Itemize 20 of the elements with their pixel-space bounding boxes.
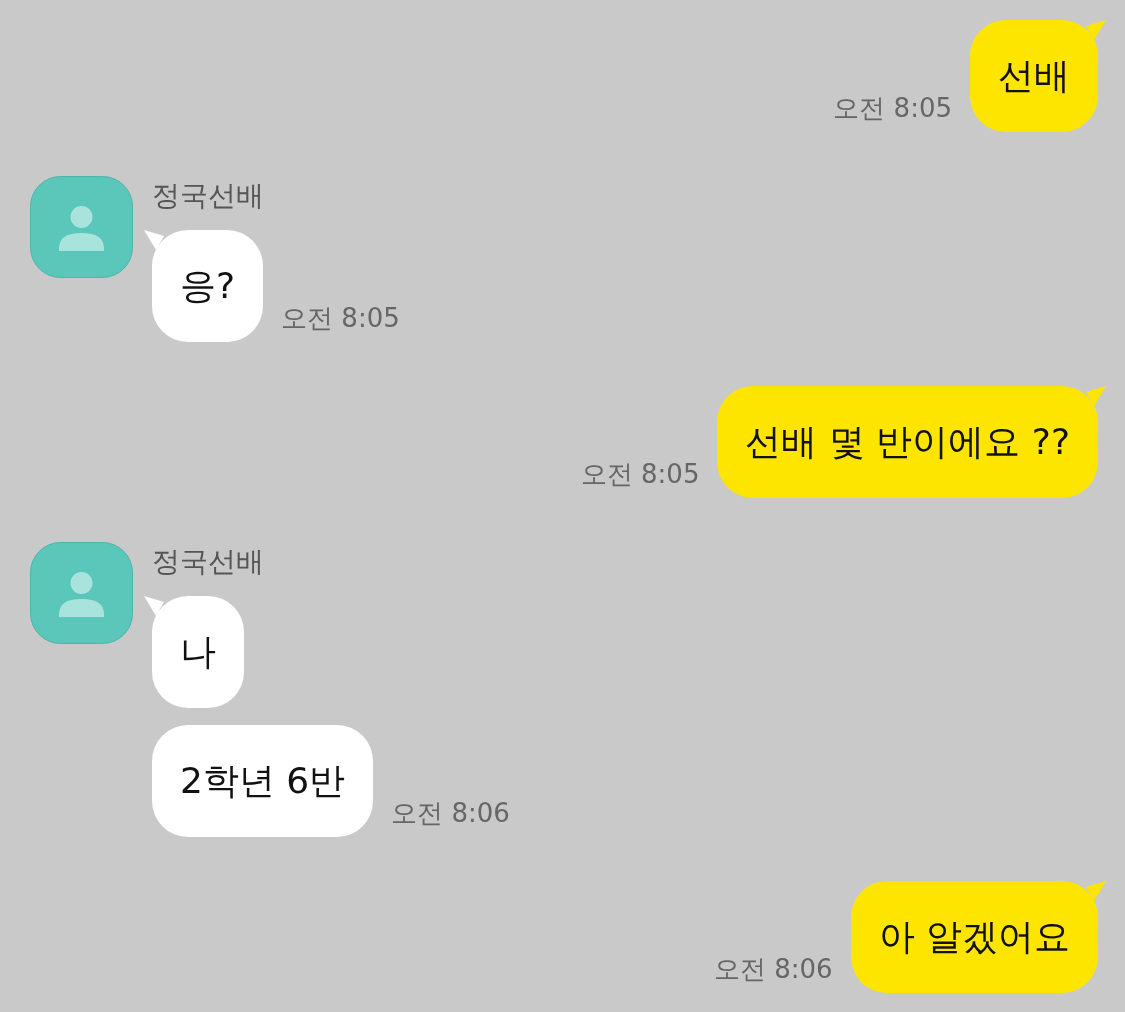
message-bubble[interactable]: 응?: [152, 230, 264, 342]
message-bubble[interactable]: 선배 몇 반이에요 ??: [717, 386, 1098, 498]
message-time: 오전 8:05: [281, 302, 400, 335]
bubble-tail: [1086, 881, 1106, 901]
sender-name: 정국선배: [152, 544, 265, 580]
message-bubble[interactable]: 나: [152, 596, 244, 708]
message-time: 오전 8:06: [713, 953, 833, 986]
message-time: 오전 8:06: [391, 797, 510, 830]
bubble-tail: [144, 230, 164, 250]
avatar-icon[interactable]: [30, 176, 133, 278]
sender-name: 정국선배: [152, 178, 265, 214]
bubble-tail: [1086, 386, 1106, 406]
avatar-icon[interactable]: [30, 542, 133, 644]
message-time: 오전 8:05: [580, 458, 700, 491]
message-bubble[interactable]: 선배: [970, 20, 1098, 132]
bubble-tail: [1086, 20, 1106, 40]
bubble-tail: [144, 596, 164, 616]
message-bubble[interactable]: 아 알겠어요: [850, 881, 1098, 993]
message-bubble[interactable]: 2학년 6반: [152, 725, 374, 837]
message-time: 오전 8:05: [833, 92, 952, 125]
